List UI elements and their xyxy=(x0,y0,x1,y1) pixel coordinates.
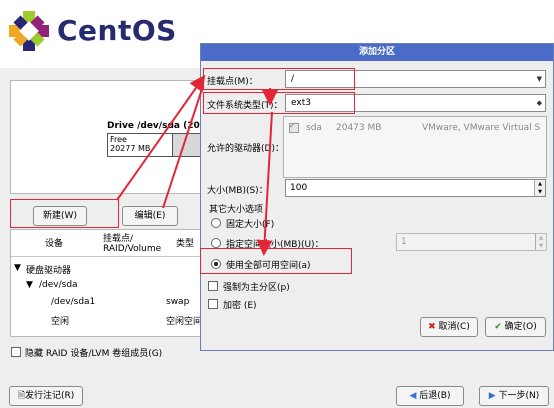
back-button[interactable]: ◀ 后退(B) xyxy=(396,386,464,406)
allowed-drives-label: 允许的驱动器(D)： xyxy=(207,144,284,154)
fixed-size-radio[interactable] xyxy=(211,218,221,228)
fill-upto-input[interactable]: 1 ▲ ▼ xyxy=(396,233,547,251)
release-notes-button[interactable]: 🗎发行注记(R) xyxy=(9,386,83,406)
document-icon: 🗎 xyxy=(17,391,25,401)
encrypt-checkbox[interactable] xyxy=(208,299,218,309)
updown-icon[interactable]: ◆ xyxy=(537,99,542,107)
encrypt-label: 加密 (E) xyxy=(223,301,257,311)
back-label: 后退(B) xyxy=(419,391,451,401)
column-type[interactable]: 类型 xyxy=(176,239,194,249)
tree-header: 设备 挂载点/ RAID/Volume 类型 xyxy=(11,230,203,257)
table-row[interactable]: /dev/sda1 xyxy=(51,297,95,307)
cancel-label: 取消(C) xyxy=(438,322,470,332)
column-mount-line2: RAID/Volume xyxy=(103,244,162,254)
spin-buttons-icon[interactable]: ▲ ▼ xyxy=(534,180,545,196)
column-mount[interactable]: 挂载点/ RAID/Volume xyxy=(103,234,161,254)
dialog-title: 添加分区 xyxy=(201,44,553,61)
annotation-box-mount xyxy=(203,68,355,90)
tree-expander-icon[interactable]: ▼ xyxy=(26,280,33,290)
bottom-bar xyxy=(0,380,554,408)
edit-button[interactable]: 编辑(E) xyxy=(122,206,178,226)
back-arrow-icon: ◀ xyxy=(409,391,417,401)
ok-label: 确定(O) xyxy=(504,322,537,332)
cancel-icon: ✖ xyxy=(428,322,436,332)
fixed-size-label: 固定大小(F) xyxy=(226,220,275,230)
row-type: 空闲空间 xyxy=(166,317,203,327)
next-button[interactable]: ▶ 下一步(N) xyxy=(479,386,549,406)
annotation-box-new xyxy=(10,199,119,228)
chevron-down-icon[interactable]: ▼ xyxy=(537,75,542,83)
size-label: 大小(MB)(S)： xyxy=(207,186,268,196)
force-primary-checkbox[interactable] xyxy=(208,281,218,291)
table-row[interactable]: 空闲 xyxy=(51,314,69,327)
next-arrow-icon: ▶ xyxy=(488,391,496,401)
column-device[interactable]: 设备 xyxy=(45,239,63,249)
tree-expander-icon[interactable]: ▼ xyxy=(14,263,21,273)
drive-title: Drive /dev/sda (2047 xyxy=(107,121,213,131)
free-size: 20277 MB xyxy=(110,144,151,153)
drive-name: sda xyxy=(306,123,322,133)
annotation-box-fill xyxy=(200,248,352,274)
drive-bar[interactable]: Free 20277 MB xyxy=(107,133,204,157)
centos-logo-icon xyxy=(9,11,49,51)
drive-size: 20473 MB xyxy=(336,123,382,133)
release-notes-label: 发行注记(R) xyxy=(24,391,75,401)
allowed-drives-list[interactable]: ✓ sda 20473 MB VMware, VMware Virtual S xyxy=(283,116,547,178)
table-row[interactable]: /dev/sda xyxy=(39,280,78,290)
size-input[interactable]: 100 ▲ ▼ xyxy=(285,179,546,197)
cancel-button[interactable]: ✖ 取消(C) xyxy=(420,317,478,337)
force-primary-label: 强制为主分区(p) xyxy=(223,283,290,293)
free-space-segment: Free 20277 MB xyxy=(110,135,150,153)
ok-button[interactable]: ✔ 确定(O) xyxy=(485,317,546,337)
fill-upto-value: 1 xyxy=(401,237,407,247)
logo-text: CentOS xyxy=(57,14,177,47)
next-label: 下一步(N) xyxy=(498,391,540,401)
table-row[interactable]: 硬盘驱动器 xyxy=(26,263,71,276)
free-label: Free xyxy=(110,135,127,144)
column-mount-line1: 挂载点/ xyxy=(103,234,134,244)
drive-model: VMware, VMware Virtual S xyxy=(422,123,541,133)
hide-raid-checkbox[interactable] xyxy=(11,347,21,357)
fill-upto-radio[interactable] xyxy=(211,238,221,248)
check-icon: ✓ xyxy=(289,121,296,130)
annotation-box-fstype xyxy=(203,92,355,114)
other-size-title: 其它大小选项 xyxy=(209,205,264,215)
row-type: swap xyxy=(166,297,190,307)
spin-buttons-icon[interactable]: ▲ ▼ xyxy=(535,234,546,250)
size-value: 100 xyxy=(290,183,308,193)
partition-tree[interactable]: 设备 挂载点/ RAID/Volume 类型 ▼ 硬盘驱动器 ▼ /dev/sd… xyxy=(10,229,204,337)
hide-raid-label: 隐藏 RAID 设备/LVM 卷组成员(G) xyxy=(25,349,163,359)
ok-icon: ✔ xyxy=(494,322,502,332)
